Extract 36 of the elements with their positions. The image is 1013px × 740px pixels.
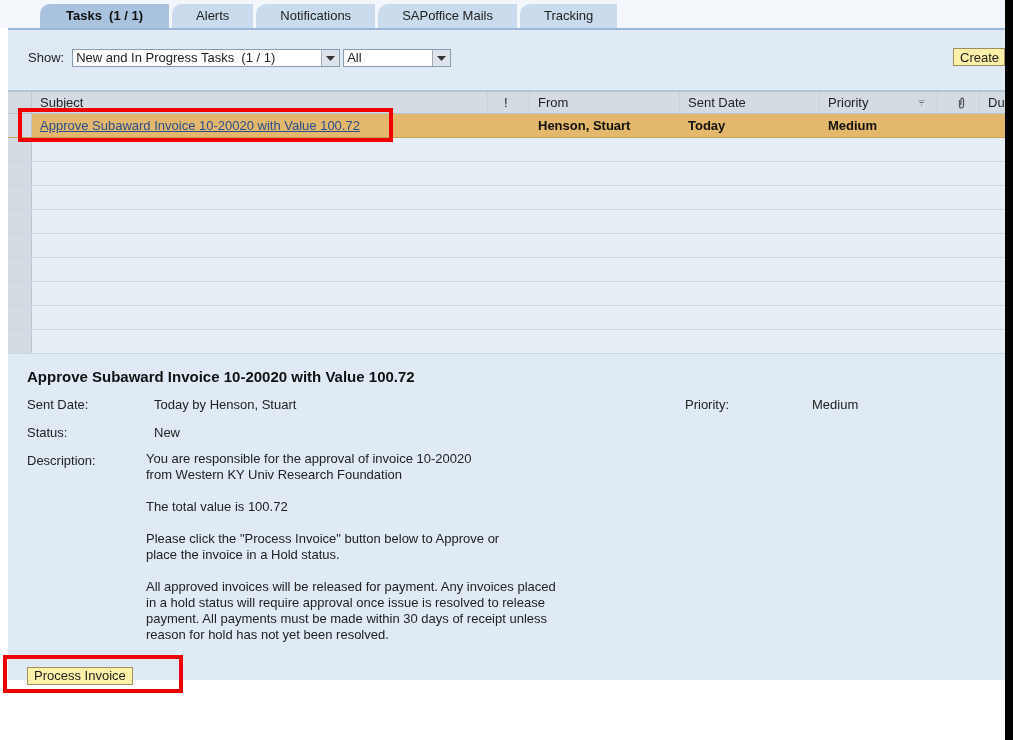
tab[interactable]: Tasks (1 / 1) <box>40 4 170 28</box>
column-header[interactable]: Du <box>988 92 1005 113</box>
tab[interactable]: SAPoffice Mails <box>378 4 517 28</box>
column-header[interactable]: Sent Date <box>688 92 746 113</box>
field-label: Status: <box>27 423 69 439</box>
row-selector[interactable] <box>8 138 32 161</box>
field-label: Sent Date: <box>27 395 90 411</box>
field-value: Today by Henson, Stuart <box>154 395 298 411</box>
tab[interactable]: Alerts <box>172 4 254 28</box>
description-paragraph: All approved invoices will be released for payment. Any invoices placed in a hold status will require approval once issue is resolved to release payment. All payments must be made within 30 days of receipt unless reason for hold has not yet been resolved. <box>146 578 556 643</box>
filter-dropdown[interactable]: New and In Progress Tasks (1 / 1) <box>72 49 341 67</box>
column-header[interactable]: Subject <box>40 92 84 113</box>
table-cell-text: Henson, Stuart <box>538 116 631 135</box>
field-label: Description: <box>27 451 97 470</box>
create-button[interactable]: Create <box>953 48 1005 66</box>
column-header[interactable]: From <box>538 92 569 113</box>
field-value: New <box>154 423 180 439</box>
detail-title: Approve Subaward Invoice 10-20020 with Value 100.72 <box>27 367 416 387</box>
process-invoice-button[interactable]: Process Invoice <box>27 666 133 685</box>
paperclip-icon <box>958 96 965 109</box>
tab[interactable]: Tracking <box>519 4 618 28</box>
task-link[interactable]: Approve Subaward Invoice 10-20020 with Value 100.72 <box>40 115 360 136</box>
description-paragraph: Please click the "Process Invoice" button below to Approve or place the invoice in a Hold status. <box>146 530 501 563</box>
filter-icon[interactable] <box>918 99 925 106</box>
description-paragraph: You are responsible for the approval of invoice 10-20020 from Western KY Univ Research Foundation <box>146 450 473 483</box>
table-row[interactable]: Approve Subaward Invoice 10-20020 with Value 100.72 Henson, Stuart Today Medium <box>8 114 1005 138</box>
table-cell-text: Today <box>688 116 726 135</box>
table-cell-text: Medium <box>828 116 878 135</box>
field-label: Priority: <box>685 395 731 411</box>
field-value: Medium <box>812 395 859 411</box>
column-header[interactable]: Priority <box>828 92 869 113</box>
show-label: Show: <box>28 49 65 68</box>
tab[interactable]: Notifications <box>256 4 376 28</box>
description-paragraph: The total value is 100.72 <box>146 498 289 515</box>
scope-dropdown[interactable]: All <box>343 49 452 67</box>
column-header[interactable]: ! <box>504 92 508 113</box>
